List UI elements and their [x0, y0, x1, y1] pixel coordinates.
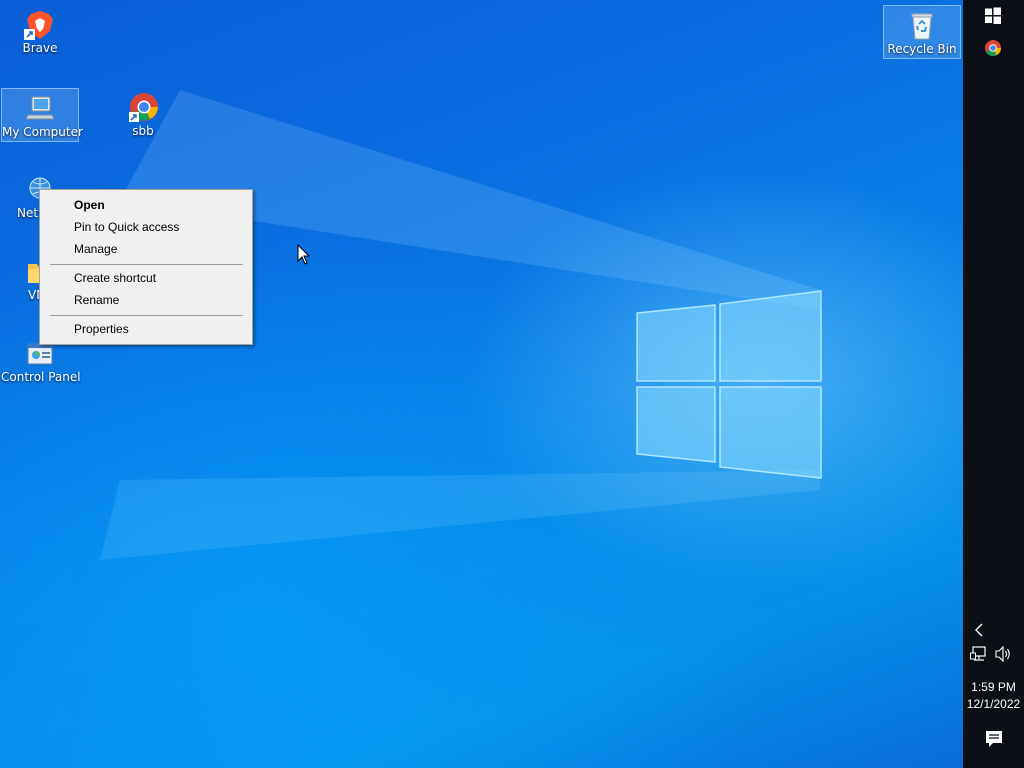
chevron-left-icon[interactable]: [973, 622, 985, 638]
action-center-icon[interactable]: [985, 730, 1003, 748]
menu-item-rename[interactable]: Rename: [74, 290, 119, 310]
windows-desktop-screen: Brave My Computer sbb Netw VM Control Pa…: [0, 0, 1024, 768]
menu-separator: [50, 264, 243, 265]
brave-icon: [24, 11, 53, 40]
taskbar: 1:59 PM 12/1/2022: [963, 0, 1024, 768]
taskbar-chrome-icon[interactable]: [984, 39, 1002, 57]
desktop-icon-recycle-bin[interactable]: Recycle Bin: [883, 5, 961, 59]
menu-item-manage[interactable]: Manage: [74, 239, 117, 259]
desktop-icon-label: Brave: [22, 41, 58, 55]
network-status-icon[interactable]: [970, 646, 988, 662]
taskbar-clock-time[interactable]: 1:59 PM: [963, 680, 1024, 694]
menu-item-open[interactable]: Open: [74, 195, 105, 215]
desktop-icon-my-computer[interactable]: My Computer: [1, 88, 83, 142]
menu-item-pin-to-quick-access[interactable]: Pin to Quick access: [74, 217, 179, 237]
menu-item-create-shortcut[interactable]: Create shortcut: [74, 268, 156, 288]
mouse-cursor-icon: [297, 244, 311, 265]
context-menu: Open Pin to Quick access Manage Create s…: [39, 189, 253, 345]
speaker-icon[interactable]: [995, 646, 1013, 662]
chrome-icon: [129, 93, 158, 122]
windows-start-icon[interactable]: [984, 7, 1002, 25]
menu-separator: [50, 315, 243, 316]
desktop-icon-label: sbb: [132, 124, 154, 138]
desktop-icon-sbb[interactable]: sbb: [104, 88, 182, 142]
taskbar-clock-date[interactable]: 12/1/2022: [963, 697, 1024, 711]
menu-item-properties[interactable]: Properties: [74, 319, 129, 339]
desktop-icon-label: Control Panel: [1, 370, 81, 384]
recycle-bin-icon: [911, 13, 933, 40]
desktop-icon-label: My Computer: [2, 125, 83, 139]
desktop-icon-brave[interactable]: Brave: [1, 5, 79, 59]
computer-icon: [25, 96, 55, 120]
desktop-icon-label: Recycle Bin: [887, 42, 957, 56]
